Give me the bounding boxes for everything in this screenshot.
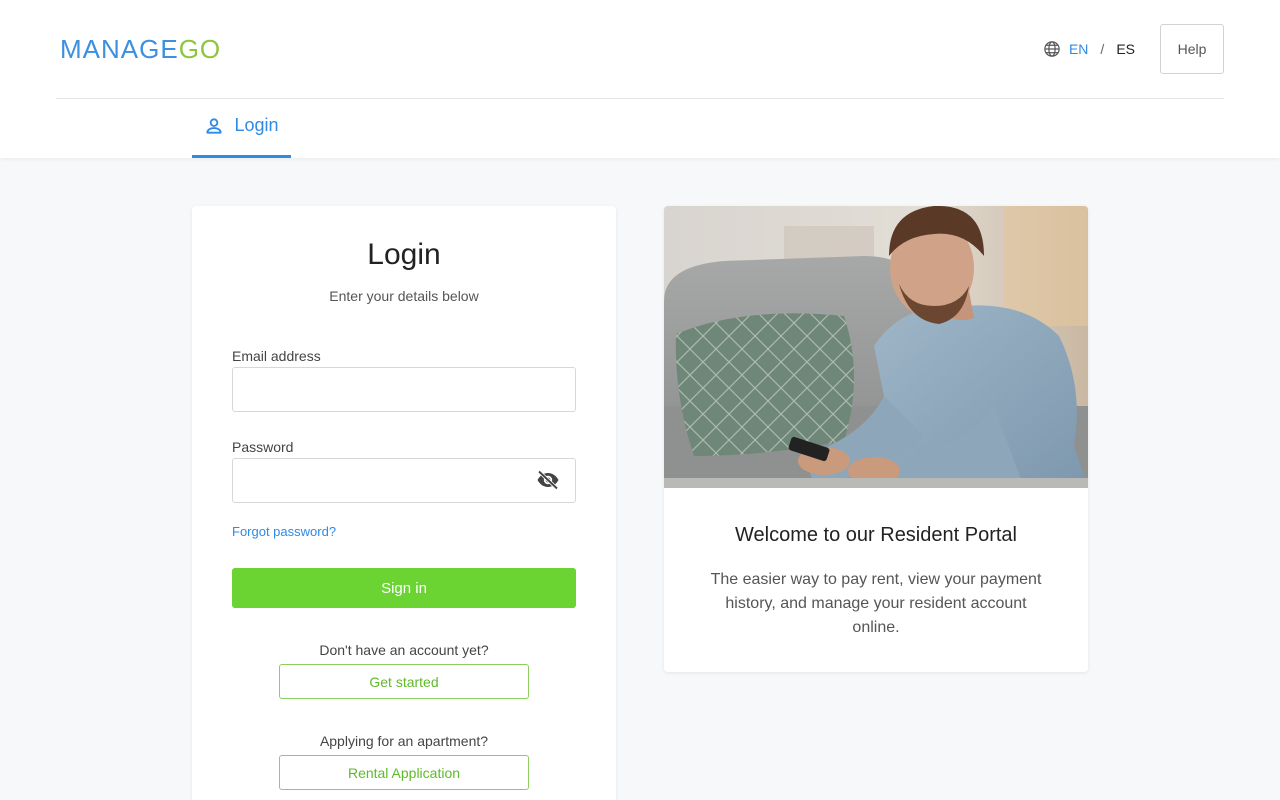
email-label: Email address	[232, 348, 321, 364]
welcome-description: The easier way to pay rent, view your pa…	[710, 571, 1042, 636]
header-divider	[56, 98, 1224, 99]
applying-text: Applying for an apartment?	[319, 733, 489, 749]
header-actions: EN / ES Help	[1043, 24, 1224, 74]
tab-login-label: Login	[234, 115, 279, 135]
user-icon	[206, 117, 223, 134]
eye-off-icon[interactable]	[536, 470, 560, 490]
welcome-card: Welcome to our Resident Portal The easie…	[664, 206, 1088, 672]
get-started-button[interactable]: Get started	[279, 664, 529, 699]
help-button[interactable]: Help	[1160, 24, 1224, 74]
managego-logo[interactable]: MANAGE GO	[60, 34, 221, 64]
globe-icon	[1044, 41, 1060, 57]
tab-login[interactable]: Login	[192, 100, 291, 158]
logo-text-manage: MANAGE	[60, 33, 179, 64]
header: MANAGE GO EN / ES Help Login	[0, 0, 1280, 158]
password-wrapper	[232, 458, 576, 503]
login-title: Login	[367, 238, 441, 271]
logo-text-go: GO	[178, 33, 222, 64]
login-card: Login Enter your details below Email add…	[192, 206, 616, 800]
login-subtitle: Enter your details below	[329, 288, 479, 304]
welcome-title: Welcome to our Resident Portal	[735, 524, 1017, 546]
password-field[interactable]	[232, 458, 576, 503]
no-account-text: Don't have an account yet?	[319, 642, 489, 658]
rental-application-button[interactable]: Rental Application	[279, 755, 529, 790]
language-separator: /	[1100, 41, 1105, 57]
email-field[interactable]	[232, 367, 576, 412]
password-label: Password	[232, 439, 294, 455]
language-en-link[interactable]: EN	[1069, 41, 1088, 57]
sign-in-button[interactable]: Sign in	[232, 568, 576, 608]
resident-photo	[664, 206, 1088, 488]
language-es-link[interactable]: ES	[1116, 41, 1135, 57]
forgot-password-link[interactable]: Forgot password?	[232, 524, 336, 539]
